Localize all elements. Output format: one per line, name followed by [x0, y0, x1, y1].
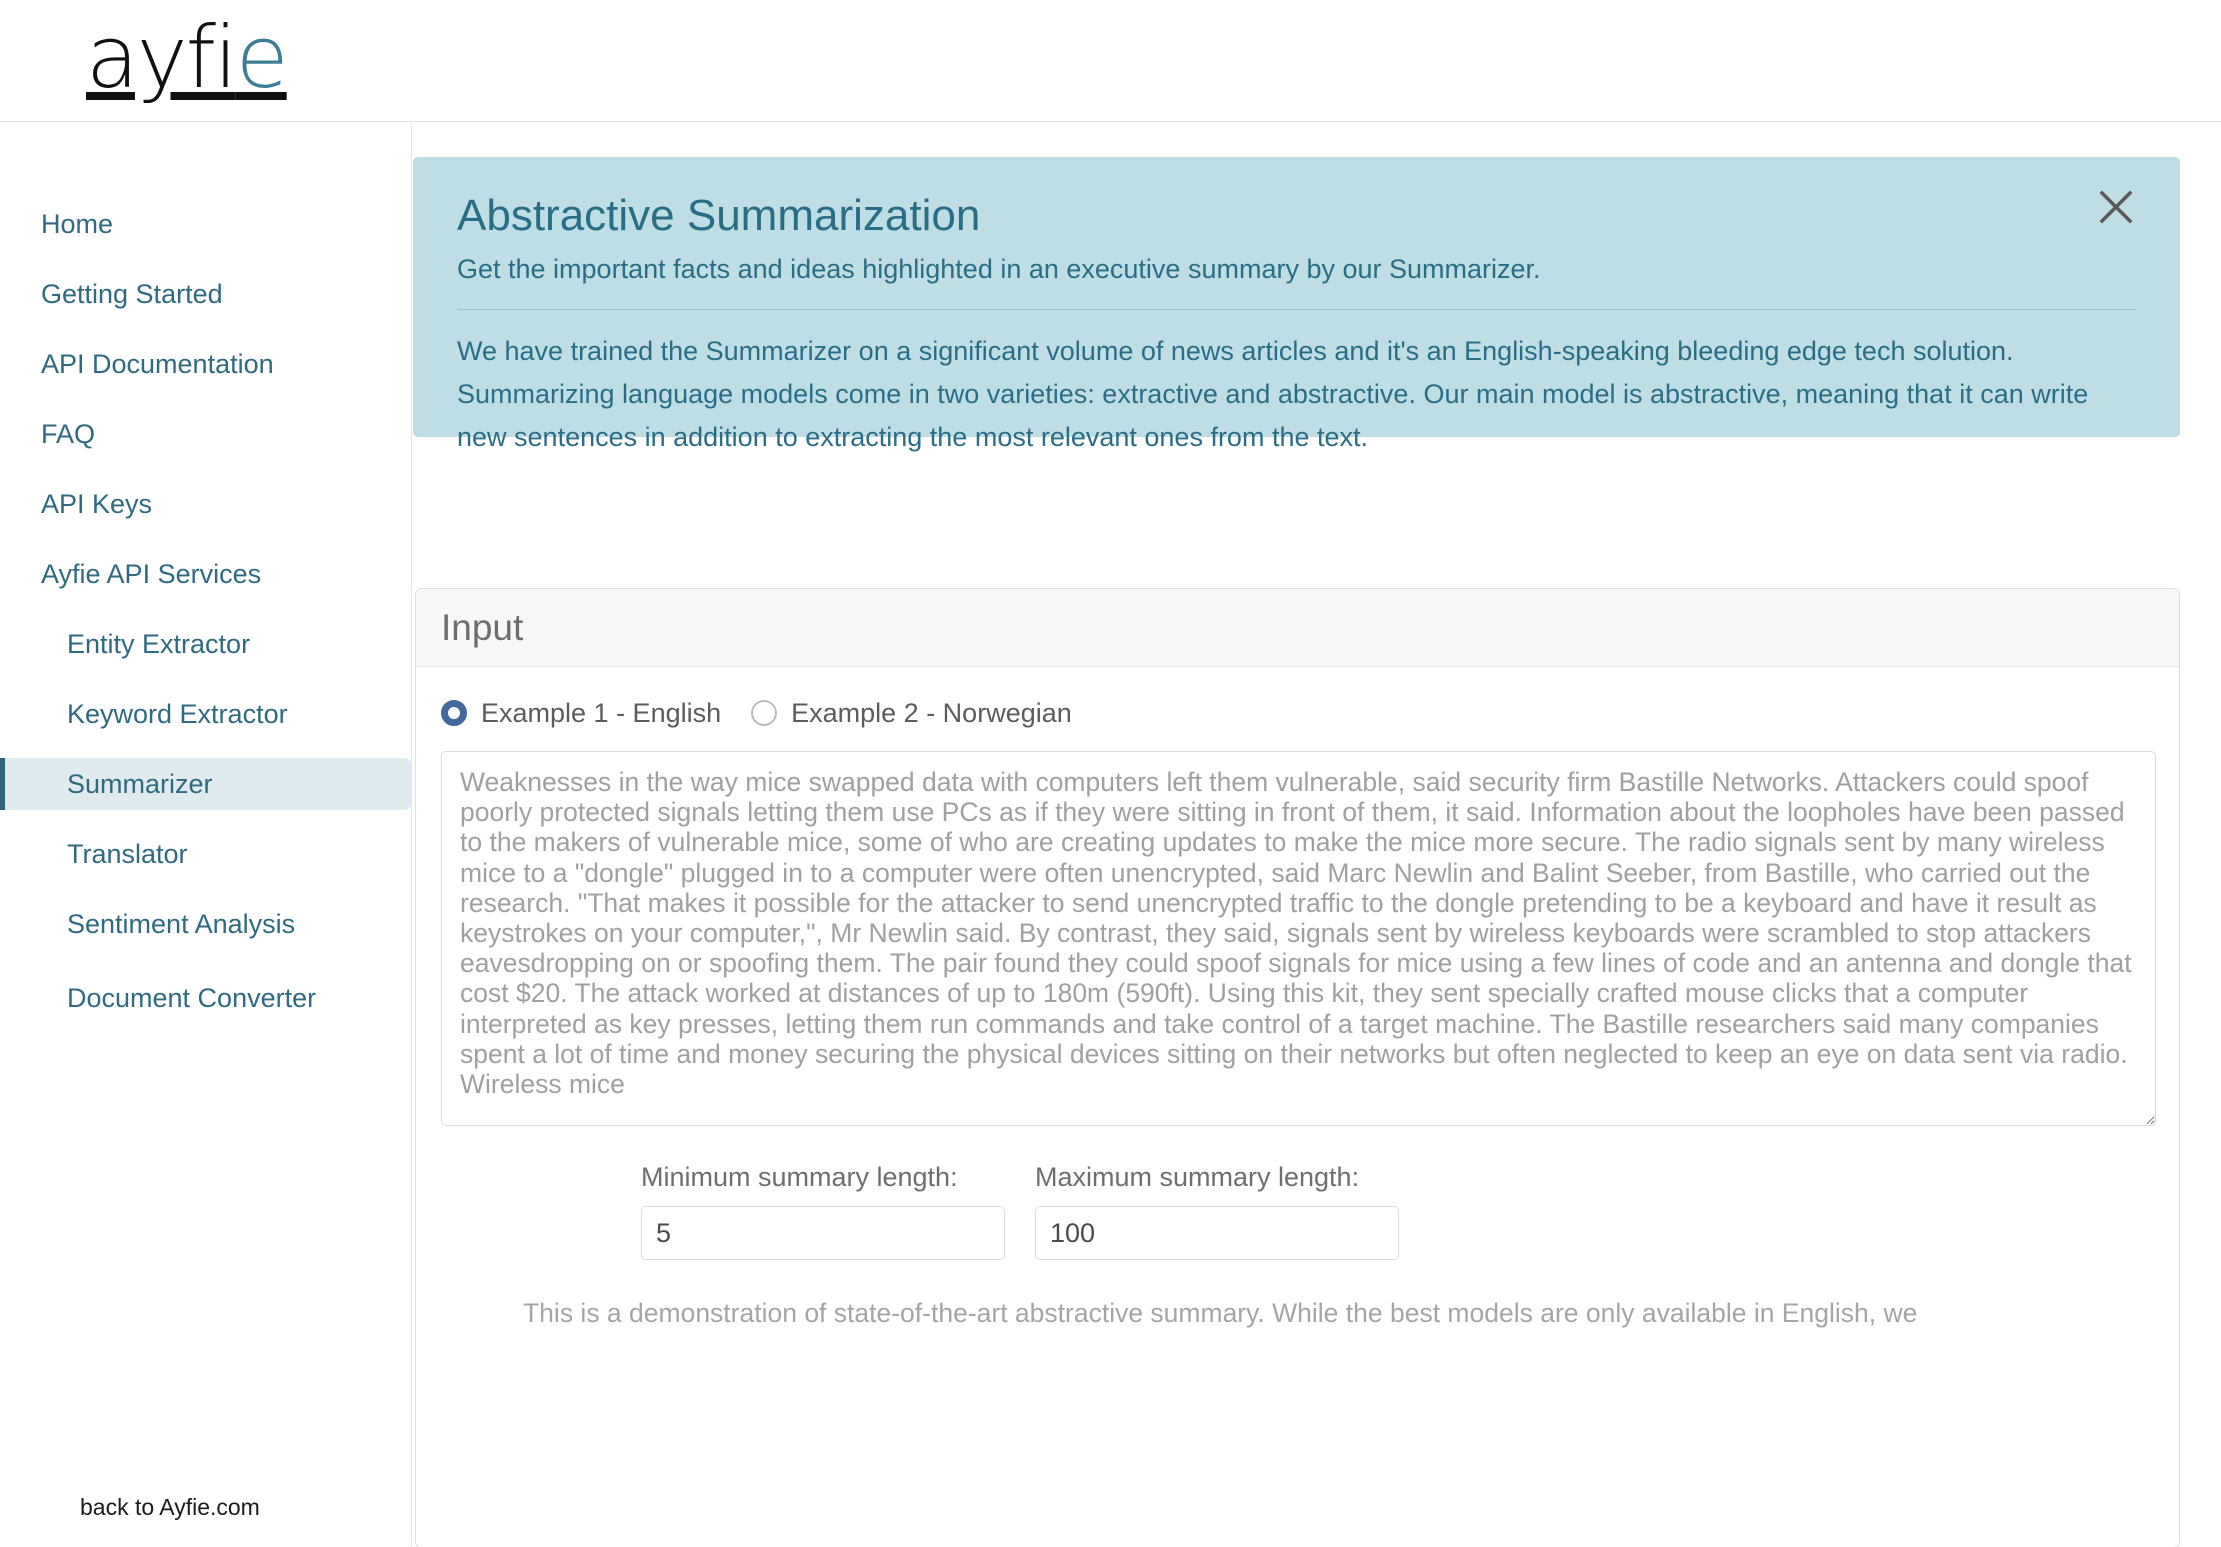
max-length-group: Maximum summary length: [1035, 1160, 1399, 1260]
summary-length-controls: Minimum summary length: Maximum summary … [641, 1160, 2154, 1260]
radio-label: Example 2 - Norwegian [791, 698, 1072, 728]
sidebar-item-label: Document Converter [67, 983, 317, 1013]
radio-example-1-english[interactable]: Example 1 - English [441, 697, 721, 729]
input-textarea[interactable] [441, 751, 2156, 1126]
max-length-input[interactable] [1035, 1206, 1399, 1260]
close-banner-button[interactable] [2090, 181, 2142, 233]
radio-indicator-icon [441, 700, 467, 726]
min-length-group: Minimum summary length: [641, 1160, 1005, 1260]
radio-indicator-icon [751, 700, 778, 726]
radio-example-2-norwegian[interactable]: Example 2 - Norwegian [751, 697, 1072, 729]
sidebar-item-api-documentation[interactable]: API Documentation [0, 338, 412, 390]
sidebar-item-label: Summarizer [67, 769, 213, 799]
max-length-label: Maximum summary length: [1035, 1162, 1360, 1192]
sidebar-item-label: Sentiment Analysis [67, 909, 296, 939]
input-card-body: Example 1 - English Example 2 - Norwegia… [416, 667, 2179, 1330]
sidebar-item-faq[interactable]: FAQ [0, 408, 412, 460]
sidebar-item-label: Ayfie API Services [41, 559, 262, 589]
sidebar-item-ayfie-api-services[interactable]: Ayfie API Services [0, 548, 412, 600]
sidebar-item-summarizer[interactable]: Summarizer [0, 758, 412, 810]
sidebar-nav: Home Getting Started API Documentation F… [0, 198, 412, 1046]
main-content: Abstractive Summarization Get the import… [413, 123, 2221, 1547]
banner-divider [457, 309, 2136, 310]
min-length-input[interactable] [641, 1206, 1005, 1260]
sidebar-item-label: API Keys [41, 489, 153, 519]
sidebar-item-home[interactable]: Home [0, 198, 412, 250]
demo-note-text: This is a demonstration of state-of-the-… [523, 1298, 1918, 1328]
input-card: Input Example 1 - English Example 2 - No… [415, 588, 2180, 1547]
sidebar-item-translator[interactable]: Translator [0, 828, 412, 880]
sidebar-item-label: Getting Started [41, 279, 223, 309]
close-icon [2098, 189, 2134, 225]
min-length-label: Minimum summary length: [641, 1162, 958, 1192]
radio-label: Example 1 - English [481, 698, 722, 728]
logo-text-dark: ayfi [86, 8, 238, 108]
page-title: Abstractive Summarization [457, 191, 981, 240]
example-radio-group: Example 1 - English Example 2 - Norwegia… [441, 697, 2154, 729]
banner-description: We have trained the Summarizer on a sign… [457, 336, 2089, 452]
sidebar-item-label: Translator [67, 839, 188, 869]
logo-text-accent: e [235, 8, 289, 108]
ayfie-logo[interactable]: ayfie [86, 8, 289, 108]
sidebar-item-label: FAQ [41, 419, 96, 449]
info-banner: Abstractive Summarization Get the import… [413, 157, 2180, 452]
sidebar-item-entity-extractor[interactable]: Entity Extractor [0, 618, 412, 670]
back-to-ayfie-link[interactable]: back to Ayfie.com [80, 1494, 260, 1521]
sidebar-item-sentiment-analysis[interactable]: Sentiment Analysis [0, 898, 412, 950]
sidebar-item-api-keys[interactable]: API Keys [0, 478, 412, 530]
sidebar-item-document-converter[interactable]: Document Converter [0, 968, 412, 1028]
sidebar-item-label: Keyword Extractor [67, 699, 288, 729]
page-subtitle: Get the important facts and ideas highli… [457, 254, 1541, 284]
sidebar-item-label: Entity Extractor [67, 629, 251, 659]
input-card-header: Input [416, 589, 2179, 667]
sidebar-item-label: Home [41, 209, 114, 239]
sidebar-item-getting-started[interactable]: Getting Started [0, 268, 412, 320]
sidebar-item-label: API Documentation [41, 349, 274, 379]
sidebar-item-keyword-extractor[interactable]: Keyword Extractor [0, 688, 412, 740]
sidebar: Home Getting Started API Documentation F… [0, 123, 412, 1547]
input-card-title: Input [441, 606, 524, 648]
top-header: ayfie [0, 0, 2221, 122]
